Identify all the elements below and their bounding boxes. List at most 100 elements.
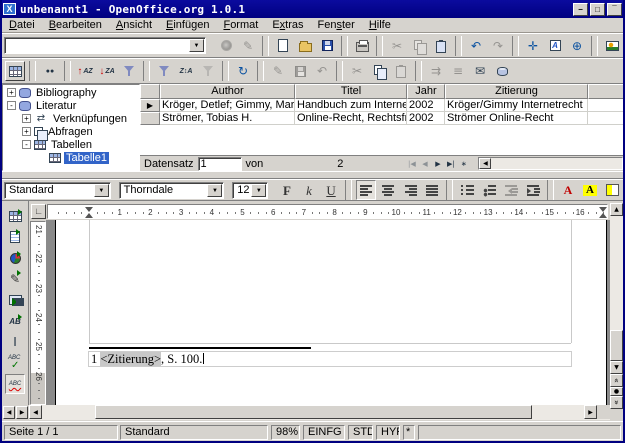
url-input[interactable] <box>5 45 189 47</box>
column-header-jahr[interactable]: Jahr <box>407 84 445 99</box>
previous-record-icon[interactable]: ◀ <box>418 157 431 170</box>
print-document-icon[interactable] <box>352 36 372 56</box>
tree-item-tabellen[interactable]: -Tabellen <box>3 138 139 151</box>
paragraph-background-icon[interactable] <box>602 180 622 200</box>
refresh-data-icon[interactable]: ↻ <box>233 61 253 81</box>
remove-filter-sort-icon[interactable] <box>198 61 218 81</box>
auto-spellcheck-icon[interactable] <box>5 374 25 394</box>
italic-icon[interactable]: k <box>299 180 319 200</box>
sort-icon[interactable] <box>176 61 196 81</box>
first-record-icon[interactable]: |◀ <box>405 157 418 170</box>
menu-bearbeiten[interactable]: Bearbeiten <box>42 18 109 33</box>
stop-loading-icon[interactable] <box>216 36 236 56</box>
minimize-button[interactable]: − <box>573 3 588 16</box>
cell-zitierung[interactable]: Strömer Online-Recht <box>445 112 588 125</box>
maximize-button[interactable]: □ <box>590 3 605 16</box>
font-name-combobox[interactable]: Thorndale ▼ <box>119 182 225 199</box>
scroll-up-icon[interactable]: ▲ <box>610 203 623 216</box>
insert-fields-icon[interactable] <box>5 227 25 247</box>
right-margin-marker[interactable] <box>599 207 607 218</box>
horizontal-scroll-thumb[interactable] <box>95 405 532 419</box>
font-size-combobox[interactable]: 12 ▼ <box>232 182 268 199</box>
hyperlink-dialog-icon[interactable]: ⊕ <box>567 36 587 56</box>
cell-titel[interactable]: Online-Recht, Rechtsfrag <box>295 112 407 125</box>
cut-icon[interactable]: ✂ <box>387 36 407 56</box>
menu-datei[interactable]: Datei <box>2 18 42 33</box>
scroll-left-icon[interactable]: ◀ <box>29 405 42 419</box>
previous-page-icon[interactable]: « <box>610 374 623 387</box>
next-record-icon[interactable]: ▶ <box>431 157 444 170</box>
window-icon[interactable]: X <box>3 3 16 15</box>
insert-icon[interactable] <box>5 206 25 226</box>
cell-zitierung[interactable]: Kröger/Gimmy Internetrecht <box>445 99 588 112</box>
align-left-icon[interactable] <box>356 180 376 200</box>
citation-field[interactable]: <Zitierung> <box>100 352 161 366</box>
tab-type-selector[interactable]: ∟ <box>31 204 46 219</box>
pane-splitter[interactable] <box>2 171 623 179</box>
column-header-titel[interactable]: Titel <box>295 84 407 99</box>
shade-button[interactable]: ¯ <box>607 3 622 16</box>
expand-icon[interactable]: + <box>22 127 31 136</box>
draw-functions-icon[interactable]: ✎ <box>5 269 25 289</box>
navigation-icon[interactable]: ● <box>610 387 623 396</box>
align-center-icon[interactable] <box>378 180 398 200</box>
menu-ansicht[interactable]: Ansicht <box>109 18 159 33</box>
expand-icon[interactable]: + <box>22 114 31 123</box>
tree-item-verknüpfungen[interactable]: +Verknüpfungen <box>3 112 139 125</box>
style-dropdown-arrow-icon[interactable]: ▼ <box>94 184 109 197</box>
spellcheck-icon[interactable] <box>5 353 25 373</box>
undo-data-entry-icon[interactable]: ↶ <box>312 61 332 81</box>
menu-einfügen[interactable]: Einfügen <box>159 18 216 33</box>
autofilter-icon[interactable] <box>119 61 139 81</box>
toolbar-scroll-right-icon[interactable]: ▶ <box>16 406 28 419</box>
autotext-icon[interactable] <box>5 311 25 331</box>
record-number-input[interactable] <box>198 157 242 171</box>
vertical-ruler[interactable]: 212223242526 <box>30 221 46 405</box>
paste-icon[interactable] <box>431 36 451 56</box>
cell-jahr[interactable]: 2002 <box>407 112 445 125</box>
footnote-area[interactable]: 1 <Zitierung>, S. 100. <box>88 351 572 367</box>
column-header-zitierung[interactable]: Zitierung <box>445 84 588 99</box>
url-dropdown-arrow-icon[interactable]: ▼ <box>189 39 204 52</box>
explorer-on-off-icon[interactable] <box>5 61 25 81</box>
status-hyperlink-mode[interactable]: HYP <box>376 425 400 440</box>
size-dropdown-arrow-icon[interactable]: ▼ <box>251 184 266 197</box>
data-source-of-current-document-icon[interactable] <box>492 61 512 81</box>
insert-object-icon[interactable] <box>5 248 25 268</box>
save-record-icon[interactable] <box>290 61 310 81</box>
data-to-text-icon[interactable]: ⇉ <box>426 61 446 81</box>
toolbar-scroll-left-icon[interactable]: ◀ <box>3 406 15 419</box>
save-document-icon[interactable] <box>317 36 337 56</box>
vertical-scroll-thumb[interactable] <box>610 330 623 361</box>
document-page[interactable]: 1 <Zitierung>, S. 100. <box>55 220 607 405</box>
header-selector[interactable] <box>140 84 160 99</box>
title-bar[interactable]: X unbenannt1 - OpenOffice.org 1.0.1 −□¯ <box>0 0 625 18</box>
undo-icon[interactable]: ↶ <box>466 36 486 56</box>
font-color-icon[interactable]: A <box>558 180 578 200</box>
cell-author[interactable]: Kröger, Detlef; Gimmy, Marc A <box>160 99 295 112</box>
last-record-icon[interactable]: ▶| <box>444 157 457 170</box>
url-combobox[interactable]: ▼ <box>4 37 206 54</box>
horizontal-ruler[interactable]: 12345678910111213141516 <box>47 204 608 219</box>
table-row[interactable]: Strömer, Tobias H. Online-Recht, Rechtsf… <box>140 112 623 125</box>
vertical-scrollbar[interactable]: ▲ ▼ « ● » <box>610 203 623 421</box>
open-document-icon[interactable] <box>295 36 315 56</box>
scroll-down-icon[interactable]: ▼ <box>610 361 623 374</box>
paste-icon[interactable] <box>391 61 411 81</box>
tree-item-tabelle1[interactable]: Tabelle1 <box>3 151 139 164</box>
record-scrollbar[interactable]: ◀ <box>478 157 623 170</box>
collapse-icon[interactable]: - <box>7 101 16 110</box>
edit-data-icon[interactable]: ✎ <box>268 61 288 81</box>
edit-file-icon[interactable]: ✎ <box>238 36 258 56</box>
gallery-icon[interactable] <box>602 36 622 56</box>
paragraph-style-combobox[interactable]: Standard ▼ <box>4 182 111 199</box>
decrease-indent-icon[interactable] <box>501 180 521 200</box>
menu-extras[interactable]: Extras <box>265 18 310 33</box>
numbering-on-off-icon[interactable] <box>457 180 477 200</box>
stylist-icon[interactable] <box>545 36 565 56</box>
bold-icon[interactable]: F <box>277 180 297 200</box>
find-record-icon[interactable] <box>40 61 60 81</box>
scroll-left-icon[interactable]: ◀ <box>479 158 491 169</box>
data-to-fields-icon[interactable]: ≡ <box>448 61 468 81</box>
form-functions-icon[interactable] <box>5 290 25 310</box>
